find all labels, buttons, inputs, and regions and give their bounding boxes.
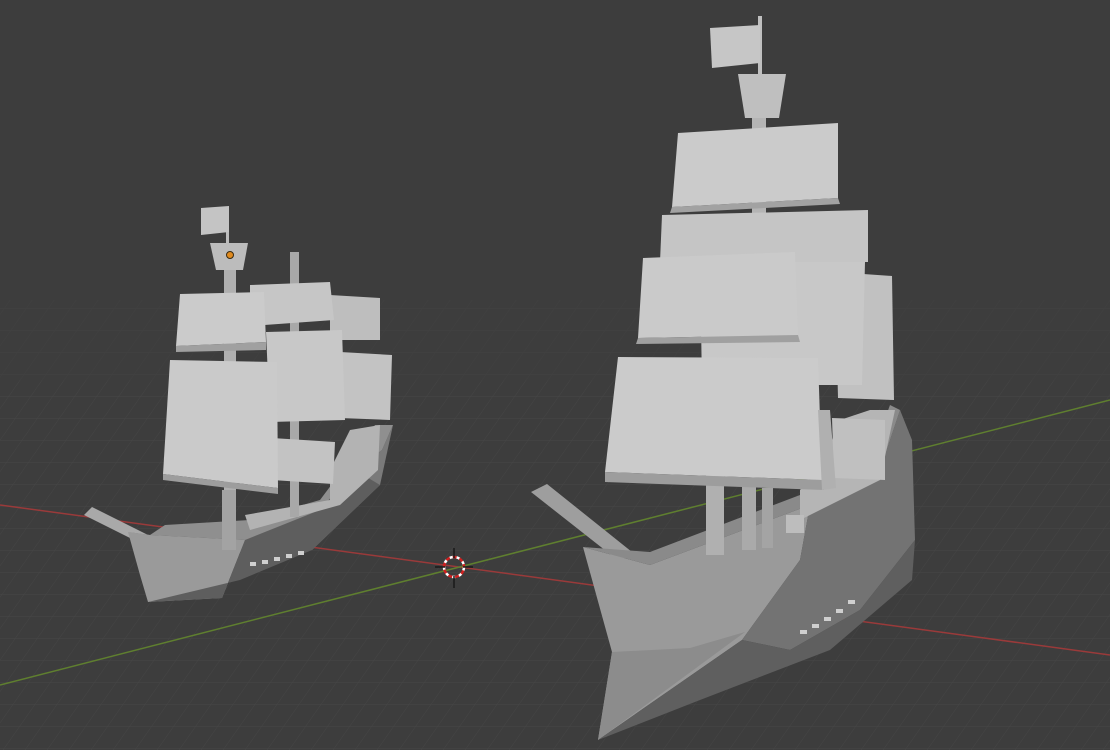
flag — [201, 206, 229, 235]
flag — [710, 25, 760, 68]
deck-post — [222, 490, 236, 550]
sail-mid-main — [266, 330, 345, 422]
mast-main-3 — [762, 488, 773, 548]
sail-front-main — [163, 360, 278, 488]
sail-mid-low — [272, 438, 335, 484]
sail-top — [672, 123, 838, 207]
viewport-canvas[interactable] — [0, 0, 1110, 750]
deck-block — [786, 515, 804, 533]
sail-rear-low — [832, 418, 885, 480]
object-origin-marker — [226, 251, 234, 259]
3d-viewport[interactable] — [0, 0, 1110, 750]
crows-nest — [738, 74, 786, 118]
sail-rear-mid — [340, 352, 392, 420]
sail-front-top — [176, 292, 266, 346]
mast-main-2 — [742, 480, 756, 550]
sail-main — [605, 357, 822, 480]
sail-upper — [638, 252, 798, 338]
